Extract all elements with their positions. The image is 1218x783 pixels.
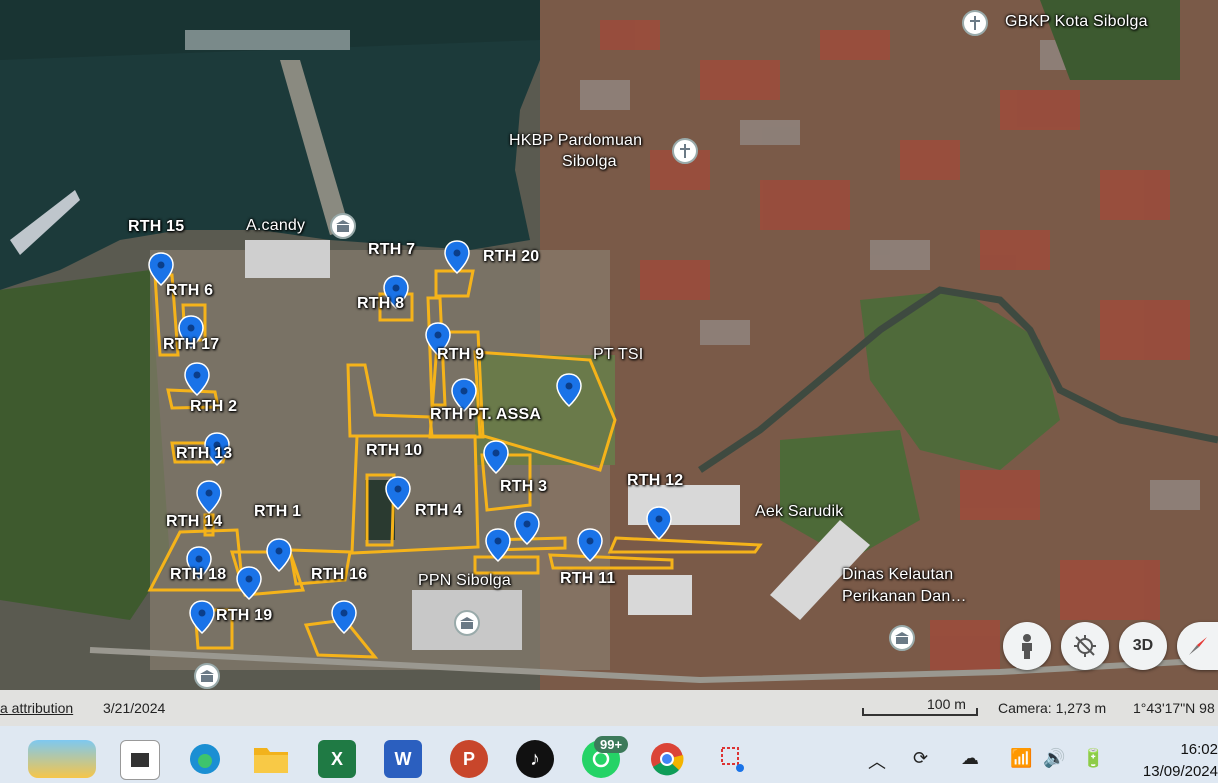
location-off-icon[interactable] <box>1061 622 1109 670</box>
rth-label[interactable]: RTH 18 <box>170 566 226 584</box>
status-bar: a attribution 3/21/2024 100 m Camera: 1,… <box>0 690 1218 726</box>
location-pin-icon[interactable] <box>646 506 672 540</box>
chevron-up-icon[interactable]: ︿ <box>868 748 886 774</box>
location-pin-icon[interactable] <box>483 440 509 474</box>
rth-label[interactable]: RTH 3 <box>500 478 547 496</box>
rth-label[interactable]: RTH 7 <box>368 241 415 259</box>
place-label-dinas[interactable]: Perikanan Dan… <box>842 588 967 606</box>
location-pin-icon[interactable] <box>189 600 215 634</box>
taskbar: X W P ♪ 99+ ︿ ⟳ ☁ 📶 🔊 🔋 16:02 13/09/2024 <box>0 726 1218 783</box>
rth-label[interactable]: RTH 13 <box>176 445 232 463</box>
rth-label[interactable]: RTH 11 <box>560 570 615 588</box>
location-pin-icon[interactable] <box>236 566 262 600</box>
excel-icon[interactable]: X <box>318 740 356 778</box>
file-explorer-icon[interactable] <box>120 740 160 780</box>
rth-label[interactable]: RTH 19 <box>216 607 272 625</box>
widgets-icon[interactable] <box>28 740 96 778</box>
powerpoint-icon[interactable]: P <box>450 740 488 778</box>
rth-label[interactable]: RTH 1 <box>254 503 301 521</box>
rth-label[interactable]: RTH 4 <box>415 502 462 520</box>
place-label-dinas[interactable]: Dinas Kelautan <box>842 566 953 584</box>
rth-label[interactable]: RTH 10 <box>366 442 422 460</box>
clock-date: 13/09/2024 <box>1142 763 1218 780</box>
onedrive-icon[interactable]: ☁ <box>961 748 979 769</box>
tiktok-icon[interactable]: ♪ <box>516 740 554 778</box>
rth-label[interactable]: RTH PT. ASSA <box>430 406 541 424</box>
place-label-hkbp[interactable]: HKBP Pardomuan <box>509 132 642 150</box>
edge-icon[interactable] <box>186 740 224 778</box>
chrome-icon[interactable] <box>648 740 686 778</box>
location-pin-icon[interactable] <box>514 511 540 545</box>
compass-icon[interactable] <box>1177 622 1218 670</box>
building-icon[interactable] <box>889 625 915 651</box>
rth-label[interactable]: RTH 17 <box>163 336 219 354</box>
volume-icon[interactable]: 🔊 <box>1043 748 1065 769</box>
location-pin-icon[interactable] <box>444 240 470 274</box>
coordinates: 1°43'17"N 98 <box>1133 700 1215 716</box>
street-view-pegman-icon[interactable] <box>1003 622 1051 670</box>
place-label-pt-tsi[interactable]: PT TSI <box>593 346 643 364</box>
place-label-aek-sarudik[interactable]: Aek Sarudik <box>755 503 843 521</box>
attribution-link[interactable]: a attribution <box>0 700 73 716</box>
rth-label[interactable]: RTH 16 <box>311 566 367 584</box>
place-label-hkbp[interactable]: Sibolga <box>562 153 617 171</box>
building-icon[interactable] <box>330 213 356 239</box>
rth-label[interactable]: RTH 6 <box>166 282 213 300</box>
location-pin-icon[interactable] <box>196 480 222 514</box>
location-pin-icon[interactable] <box>556 373 582 407</box>
rth-label[interactable]: RTH 9 <box>437 346 484 364</box>
folder-icon[interactable] <box>252 740 290 778</box>
clock[interactable]: 16:02 13/09/2024 <box>1140 739 1218 783</box>
location-pin-icon[interactable] <box>577 528 603 562</box>
3d-toggle-button[interactable]: 3D <box>1119 622 1167 670</box>
rth-label[interactable]: RTH 2 <box>190 398 237 416</box>
building-icon[interactable] <box>194 663 220 689</box>
camera-altitude: Camera: 1,273 m <box>998 700 1107 716</box>
sync-icon[interactable]: ⟳ <box>913 748 928 769</box>
battery-icon[interactable]: 🔋 <box>1082 748 1104 769</box>
location-pin-icon[interactable] <box>385 476 411 510</box>
rth-label[interactable]: RTH 12 <box>627 472 683 490</box>
scale-bar <box>862 708 978 716</box>
imagery-date: 3/21/2024 <box>103 700 166 716</box>
location-pin-icon[interactable] <box>485 528 511 562</box>
location-pin-icon[interactable] <box>331 600 357 634</box>
place-label-gbkp[interactable]: GBKP Kota Sibolga <box>1005 13 1148 31</box>
rth-label[interactable]: RTH 14 <box>166 513 222 531</box>
church-icon[interactable] <box>672 138 698 164</box>
wifi-icon[interactable]: 📶 <box>1010 748 1032 769</box>
place-label-candy[interactable]: A.candy <box>246 217 305 235</box>
rth-label[interactable]: RTH 8 <box>357 295 404 313</box>
rth-label[interactable]: RTH 15 <box>128 218 184 236</box>
snipping-tool-icon[interactable] <box>714 740 752 778</box>
clock-time: 16:02 <box>1180 741 1218 758</box>
location-pin-icon[interactable] <box>266 538 292 572</box>
building-icon[interactable] <box>454 610 480 636</box>
rth-label[interactable]: RTH 20 <box>483 248 539 266</box>
word-icon[interactable]: W <box>384 740 422 778</box>
location-pin-icon[interactable] <box>184 362 210 396</box>
place-label-ppn[interactable]: PPN Sibolga <box>418 572 511 590</box>
notification-badge: 99+ <box>594 736 629 753</box>
satellite-map[interactable]: RTH 15 RTH 6 RTH 17 RTH 2 RTH 13 RTH 14 … <box>0 0 1218 783</box>
church-icon[interactable] <box>962 10 988 36</box>
location-pin-icon[interactable] <box>148 252 174 286</box>
